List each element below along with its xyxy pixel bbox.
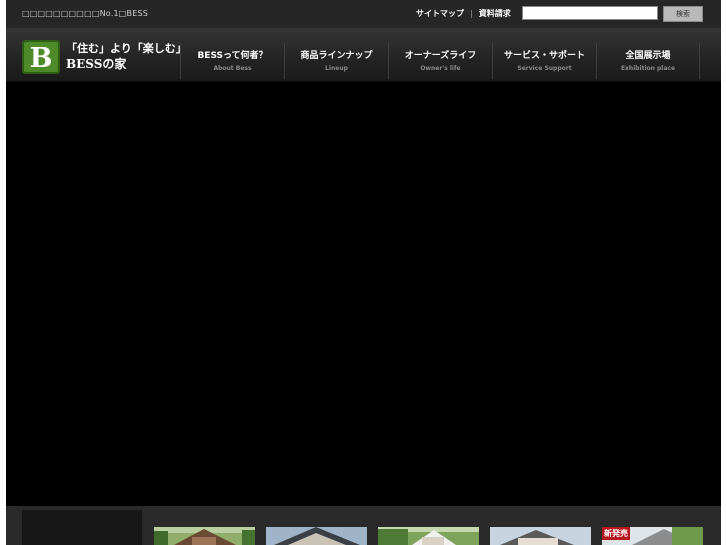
nav-item-sublabel: Lineup <box>325 65 348 72</box>
top-bar: □□□□□□□□□□No.1□BESS サイトマップ | 資料請求 検索 <box>6 0 721 28</box>
nav-item-sublabel: About Bess <box>213 65 252 72</box>
house-photo-icon <box>490 527 591 545</box>
nav-item-service-support[interactable]: サービス・サポート Service Support <box>492 43 596 79</box>
house-photo-icon <box>266 527 367 545</box>
house-photo-icon <box>154 527 255 545</box>
nav-item-lineup[interactable]: 商品ラインナップ Lineup <box>284 43 388 79</box>
nav-item-label: 全国展示場 <box>625 51 671 61</box>
thumbnail-1[interactable] <box>154 527 255 545</box>
logo-slogan: 「住む」より「楽しむ」 <box>66 42 187 55</box>
utility-links: サイトマップ | 資料請求 <box>416 8 511 19</box>
new-release-badge: 新発売 <box>602 527 630 540</box>
sitemap-link[interactable]: サイトマップ <box>416 9 464 18</box>
site-tagline: □□□□□□□□□□No.1□BESS <box>22 9 149 18</box>
nav-item-owners-life[interactable]: オーナーズライフ Owner's life <box>388 43 492 79</box>
strip-side-panel <box>22 510 142 545</box>
nav-menu: BESSって何者？ About Bess 商品ラインナップ Lineup オーナ… <box>180 43 700 81</box>
search-input[interactable] <box>522 6 658 20</box>
nav-item-about[interactable]: BESSって何者？ About Bess <box>180 43 284 79</box>
nav-item-sublabel: Exhibition place <box>620 65 676 72</box>
search-button[interactable]: 検索 <box>663 6 703 22</box>
thumbnail-strip: 新発売 <box>6 506 721 545</box>
logo-wordmark[interactable]: 「住む」より「楽しむ」 BESSの家 <box>66 42 187 72</box>
thumbnail-4[interactable] <box>490 527 591 545</box>
nav-item-label: オーナーズライフ <box>404 51 477 61</box>
nav-item-label: BESSって何者？ <box>197 51 268 61</box>
thumbnail-2[interactable] <box>266 527 367 545</box>
request-materials-link[interactable]: 資料請求 <box>479 9 511 18</box>
link-separator: | <box>470 9 473 18</box>
bess-logo-icon[interactable]: B <box>22 40 60 74</box>
main-navigation: B 「住む」より「楽しむ」 BESSの家 BESSって何者？ About Bes… <box>6 28 721 82</box>
thumbnail-3[interactable] <box>378 527 479 545</box>
nav-item-label: 商品ラインナップ <box>300 51 373 61</box>
nav-item-sublabel: Service Support <box>517 65 572 72</box>
nav-item-exhibition[interactable]: 全国展示場 Exhibition place <box>596 43 700 79</box>
nav-item-label: サービス・サポート <box>503 51 585 61</box>
thumbnail-5[interactable]: 新発売 <box>602 527 703 545</box>
nav-item-sublabel: Owner's life <box>420 65 461 72</box>
logo-letter: B <box>30 43 53 74</box>
hero-area <box>6 82 721 506</box>
logo-brand: BESSの家 <box>66 57 127 71</box>
house-photo-icon <box>378 527 479 545</box>
page-frame: □□□□□□□□□□No.1□BESS サイトマップ | 資料請求 検索 B 「住む… <box>6 0 721 545</box>
